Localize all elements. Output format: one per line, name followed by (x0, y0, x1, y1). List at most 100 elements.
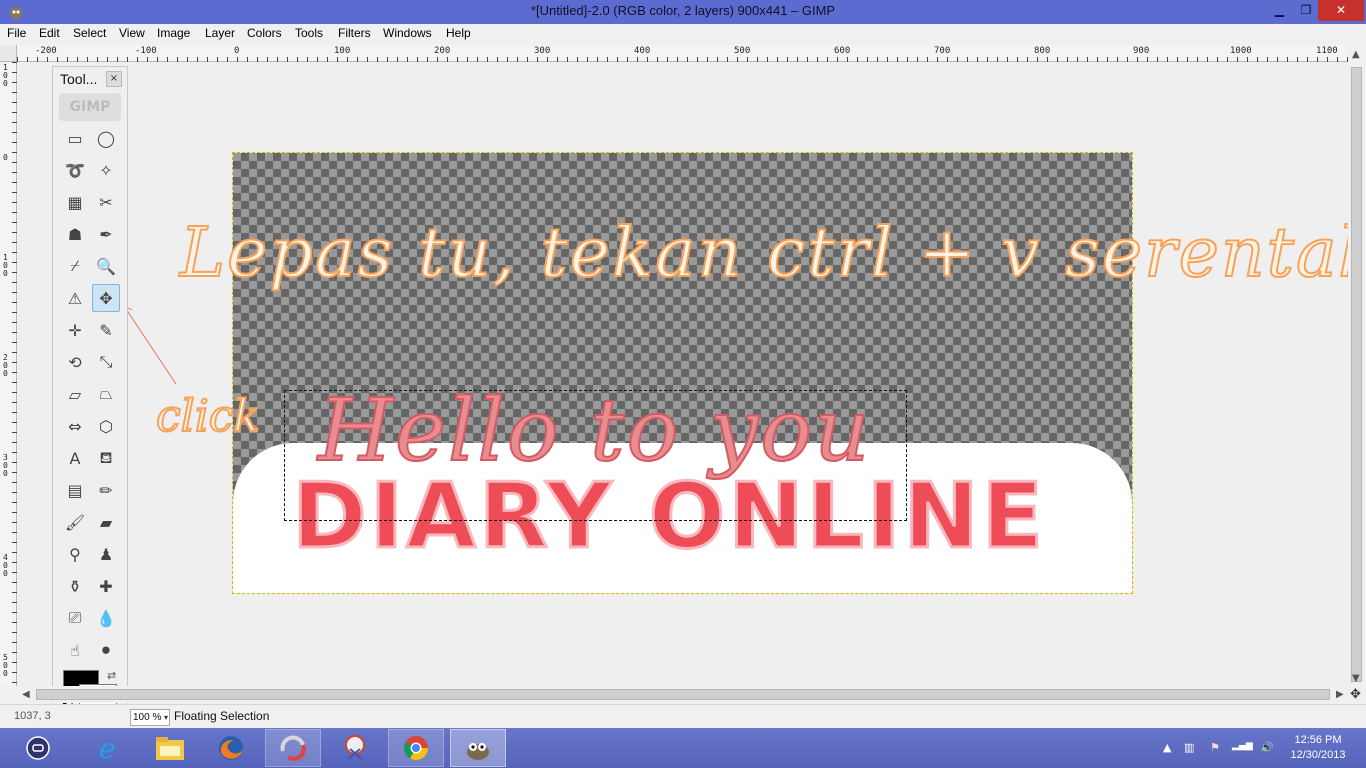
snipping-tool-icon (345, 735, 365, 760)
scroll-left-icon[interactable]: ◀ (22, 689, 30, 700)
heal-icon[interactable]: ✚ (92, 572, 120, 600)
ruler-label: 0 (3, 153, 8, 162)
scissors-select-icon[interactable]: ✂ (92, 188, 120, 216)
menu-colors[interactable]: Colors (247, 26, 282, 40)
shear-icon[interactable]: ▱ (61, 380, 89, 408)
scroll-up-icon[interactable]: ▲ (1352, 49, 1360, 60)
chevron-down-icon: ▾ (163, 713, 168, 722)
flip-icon[interactable]: ⇔ (61, 412, 89, 440)
navigate-icon[interactable]: ✥ (1350, 687, 1361, 702)
menu-select[interactable]: Select (73, 26, 106, 40)
vertical-ruler[interactable]: 1 0 0 0 1 0 0 2 0 0 3 0 0 4 0 0 5 0 0 (0, 62, 17, 686)
tray-flag-icon[interactable]: ⚑ (1210, 741, 1220, 754)
taskbar-explorer-button[interactable] (142, 729, 198, 767)
window-title: *[Untitled]-2.0 (RGB color, 2 layers) 90… (530, 3, 836, 18)
horizontal-scroll-thumb[interactable] (36, 689, 1330, 700)
scroll-down-icon[interactable]: ▼ (1352, 673, 1360, 684)
horizontal-scrollbar[interactable]: ◀ ▶ (17, 686, 1348, 703)
select-by-color-icon[interactable]: ▦ (61, 188, 89, 216)
fuzzy-select-icon[interactable]: ✧ (92, 156, 120, 184)
scroll-right-icon[interactable]: ▶ (1336, 689, 1344, 700)
taskbar-snipping-button[interactable] (327, 729, 383, 767)
crop-icon[interactable]: ✎ (92, 316, 120, 344)
measure-icon[interactable]: ⚠ (61, 284, 89, 312)
vertical-scrollbar[interactable]: ▲ ▼ (1348, 45, 1366, 686)
menu-help[interactable]: Help (446, 26, 471, 40)
menu-filters[interactable]: Filters (338, 26, 371, 40)
ink-icon[interactable]: ♟ (92, 540, 120, 568)
zoom-select[interactable]: 100 % ▾ (130, 709, 170, 726)
move-icon[interactable]: ✥ (92, 284, 120, 312)
taskbar-app-button[interactable] (265, 729, 321, 767)
zoom-icon[interactable]: 🔍 (92, 252, 120, 280)
dodge-burn-icon[interactable]: ⚫ (92, 636, 120, 664)
ruler-label: 500 (734, 46, 751, 56)
blend-icon[interactable]: ▤ (61, 476, 89, 504)
start-button[interactable] (10, 729, 66, 767)
toolbox-close-button[interactable]: × (106, 71, 122, 87)
ruler-label: 1000 (1230, 46, 1252, 56)
cage-transform-icon[interactable]: ⬡ (92, 412, 120, 440)
scale-icon[interactable]: ⤡ (92, 348, 120, 376)
tray-volume-icon[interactable]: 🔊 (1260, 741, 1274, 754)
taskbar-chrome-button[interactable] (388, 729, 444, 767)
perspective-clone-icon[interactable]: ⎚ (61, 604, 89, 632)
ruler-label: 800 (1034, 46, 1051, 56)
menu-view[interactable]: View (119, 26, 145, 40)
paintbrush-icon[interactable]: 🖌 (61, 508, 89, 536)
airbrush-icon[interactable]: ⚲ (61, 540, 89, 568)
horizontal-ruler[interactable]: -200 -100 0 100 200 300 400 500 600 700 … (17, 45, 1348, 62)
foreground-select-icon[interactable]: ☗ (61, 220, 89, 248)
text-icon[interactable]: A (61, 444, 89, 472)
ruler-label: 4 0 0 (3, 553, 8, 578)
blur-icon[interactable]: 💧 (92, 604, 120, 632)
toolbox-title: Tool... (60, 71, 98, 87)
floating-selection-outline[interactable] (284, 390, 907, 521)
menu-bar: File Edit Select View Image Layer Colors… (0, 24, 1366, 44)
ellipse-select-icon[interactable]: ◯ (92, 124, 120, 152)
eraser-icon[interactable]: ▰ (92, 508, 120, 536)
ruler-label: 1 0 0 (3, 63, 8, 88)
menu-edit[interactable]: Edit (39, 26, 60, 40)
restore-button[interactable]: ❐ (1293, 0, 1319, 21)
ruler-label: 3 0 0 (3, 453, 8, 478)
ruler-label: 400 (634, 46, 651, 56)
menu-tools[interactable]: Tools (295, 26, 323, 40)
menu-layer[interactable]: Layer (205, 26, 235, 40)
taskbar-gimp-button[interactable] (450, 729, 506, 767)
tray-device-icon[interactable]: ▥ (1184, 741, 1194, 754)
clock-date: 12/30/2013 (1290, 749, 1346, 761)
tray-overflow-icon[interactable]: ▲ (1163, 741, 1171, 754)
vertical-scroll-thumb[interactable] (1351, 67, 1362, 682)
menu-file[interactable]: File (7, 26, 26, 40)
align-icon[interactable]: ✛ (61, 316, 89, 344)
start-icon (26, 736, 50, 760)
rotate-icon[interactable]: ⟲ (61, 348, 89, 376)
swap-colors-icon[interactable]: ⇄ (107, 669, 116, 682)
minimize-button[interactable]: ▁ (1266, 0, 1293, 21)
tray-network-icon[interactable]: ▂▄▆ (1232, 741, 1253, 751)
ruler-label: 1 0 0 (3, 253, 8, 278)
taskbar-clock[interactable]: 12:56 PM 12/30/2013 (1283, 733, 1353, 763)
ruler-corner[interactable] (0, 45, 17, 62)
ruler-label: 2 0 0 (3, 353, 8, 378)
ruler-label: -100 (135, 46, 157, 56)
taskbar-firefox-button[interactable] (203, 729, 259, 767)
paths-icon[interactable]: ✒ (92, 220, 120, 248)
chrome-icon (403, 736, 428, 761)
clone-icon[interactable]: ⚱ (61, 572, 89, 600)
perspective-icon[interactable]: ⏢ (92, 380, 120, 408)
ruler-label: 1100 (1316, 46, 1338, 56)
menu-windows[interactable]: Windows (383, 26, 432, 40)
free-select-icon[interactable]: ➰ (61, 156, 89, 184)
firefox-icon (219, 736, 243, 760)
close-button[interactable]: ✕ (1318, 0, 1364, 21)
taskbar-ie-button[interactable]: e (80, 729, 136, 767)
smudge-icon[interactable]: ☝ (61, 636, 89, 664)
status-message: Floating Selection (174, 709, 270, 723)
menu-image[interactable]: Image (157, 26, 190, 40)
bucket-fill-icon[interactable]: ⛾ (92, 444, 120, 472)
rect-select-icon[interactable]: ▭ (61, 124, 89, 152)
color-picker-icon[interactable]: ⌿ (61, 252, 89, 280)
pencil-icon[interactable]: ✏ (92, 476, 120, 504)
